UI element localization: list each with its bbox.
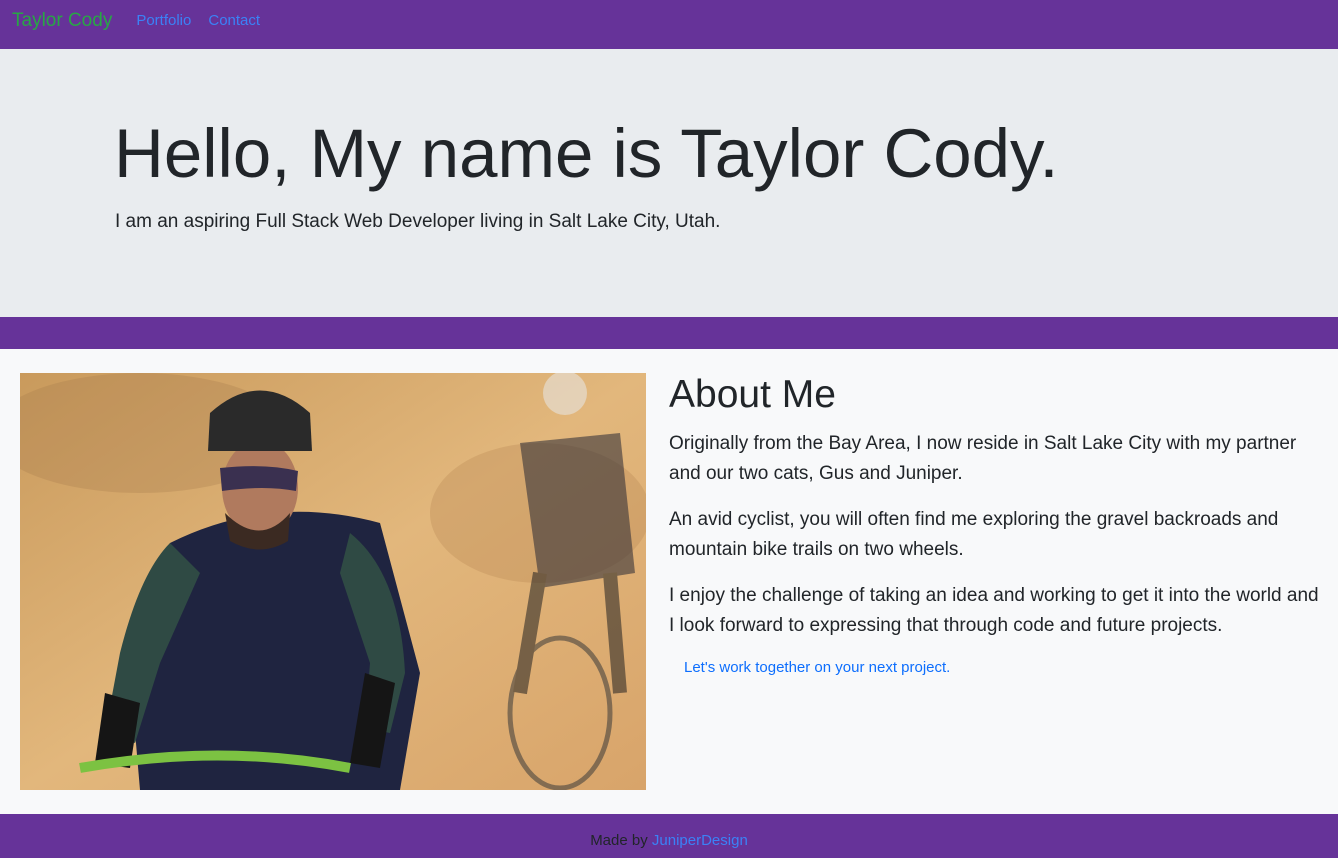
footer: Made by JuniperDesign	[0, 814, 1338, 858]
footer-author-link[interactable]: JuniperDesign	[652, 832, 748, 849]
about-paragraph: An avid cyclist, you will often find me …	[669, 509, 1279, 560]
nav-link-contact[interactable]: Contact	[208, 12, 260, 29]
about-section: About Me Originally from the Bay Area, I…	[0, 349, 1338, 814]
cyclist-photo	[20, 373, 646, 790]
contact-cta-link[interactable]: Let's work together on your next project…	[684, 659, 950, 676]
navbar: Taylor Cody Portfolio Contact	[0, 0, 1338, 49]
hero-title: Hello, My name is Taylor Cody.	[114, 115, 1059, 192]
footer-prefix: Made by	[590, 832, 648, 849]
brand-link[interactable]: Taylor Cody	[12, 10, 112, 32]
about-title: About Me	[669, 373, 836, 416]
about-paragraph: Originally from the Bay Area, I now resi…	[669, 433, 1297, 484]
about-paragraph: I enjoy the challenge of taking an idea …	[669, 585, 1319, 636]
nav-link-portfolio[interactable]: Portfolio	[136, 12, 191, 29]
hero-subtitle: I am an aspiring Full Stack Web Develope…	[115, 211, 721, 232]
hero-section: Hello, My name is Taylor Cody. I am an a…	[0, 49, 1338, 317]
section-divider	[0, 317, 1338, 349]
